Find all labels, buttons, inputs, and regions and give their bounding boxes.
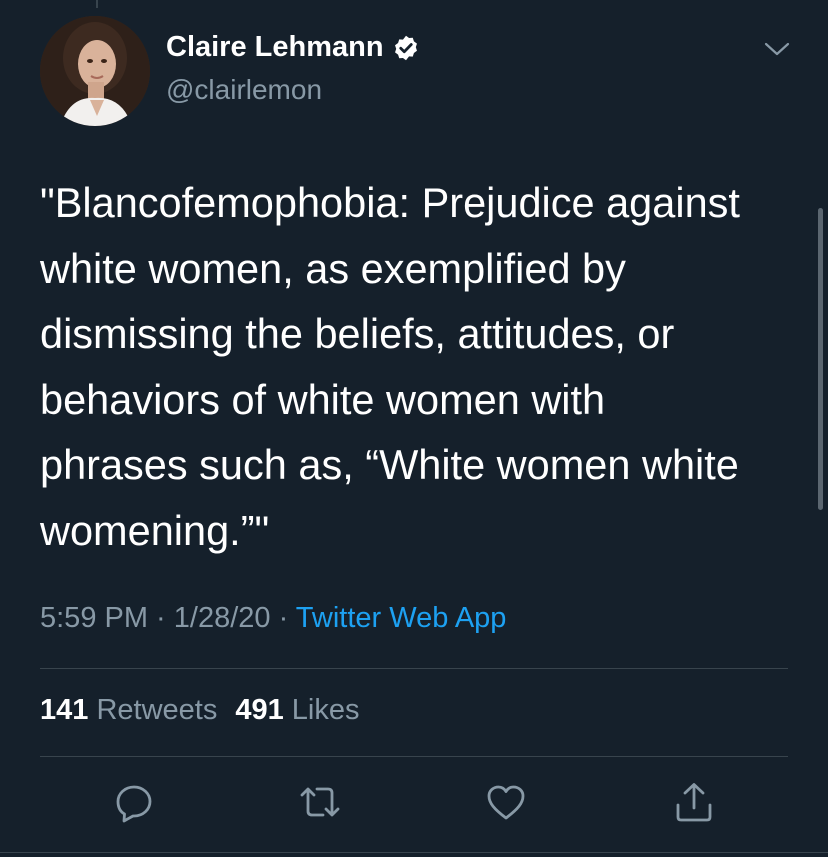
retweets-stat[interactable]: 141 Retweets: [40, 694, 217, 726]
thread-line: [96, 0, 98, 8]
retweets-count: 141: [40, 694, 89, 726]
share-icon[interactable]: [672, 780, 716, 824]
like-icon[interactable]: [484, 780, 528, 824]
tweet-date[interactable]: 1/28/20: [174, 602, 271, 634]
author-name-text: Claire Lehmann: [166, 31, 384, 63]
meta-separator: ·: [270, 602, 296, 634]
tweet-metadata: 5:59 PM · 1/28/20 · Twitter Web App: [40, 602, 506, 635]
reply-icon[interactable]: [112, 780, 156, 824]
avatar[interactable]: [40, 16, 150, 126]
tweet-text-line: dismissing the beliefs, attitudes, or: [40, 310, 675, 357]
verified-badge-icon: [392, 34, 420, 62]
likes-stat[interactable]: 491 Likes: [235, 694, 359, 726]
scrollbar[interactable]: [818, 208, 823, 510]
retweet-icon[interactable]: [298, 780, 342, 824]
chevron-down-icon[interactable]: [762, 38, 792, 60]
author-display-name[interactable]: Claire Lehmann: [166, 31, 420, 64]
bottom-divider: [0, 852, 828, 853]
tweet-text-line: "Blancofemophobia: Prejudice against: [40, 179, 740, 226]
tweet-text-line: white women, as exemplified by: [40, 244, 626, 292]
tweet-time[interactable]: 5:59 PM: [40, 602, 148, 634]
tweet-source-link[interactable]: Twitter Web App: [296, 602, 507, 634]
retweets-label: Retweets: [96, 694, 218, 726]
tweet-stats: 141 Retweets 491 Likes: [40, 694, 360, 727]
tweet-text: "Blancofemophobia: Prejudice against whi…: [40, 170, 800, 563]
likes-count: 491: [235, 694, 284, 726]
meta-separator: ·: [148, 602, 174, 634]
tweet-text-line: behaviors of white women with: [40, 375, 606, 423]
tweet-text-line: phrases such as, “White women white: [40, 441, 739, 488]
divider: [40, 668, 788, 669]
likes-label: Likes: [291, 694, 360, 726]
divider: [40, 756, 788, 757]
tweet-text-line: womening.”": [40, 506, 270, 554]
author-handle[interactable]: @clairlemon: [166, 74, 322, 106]
